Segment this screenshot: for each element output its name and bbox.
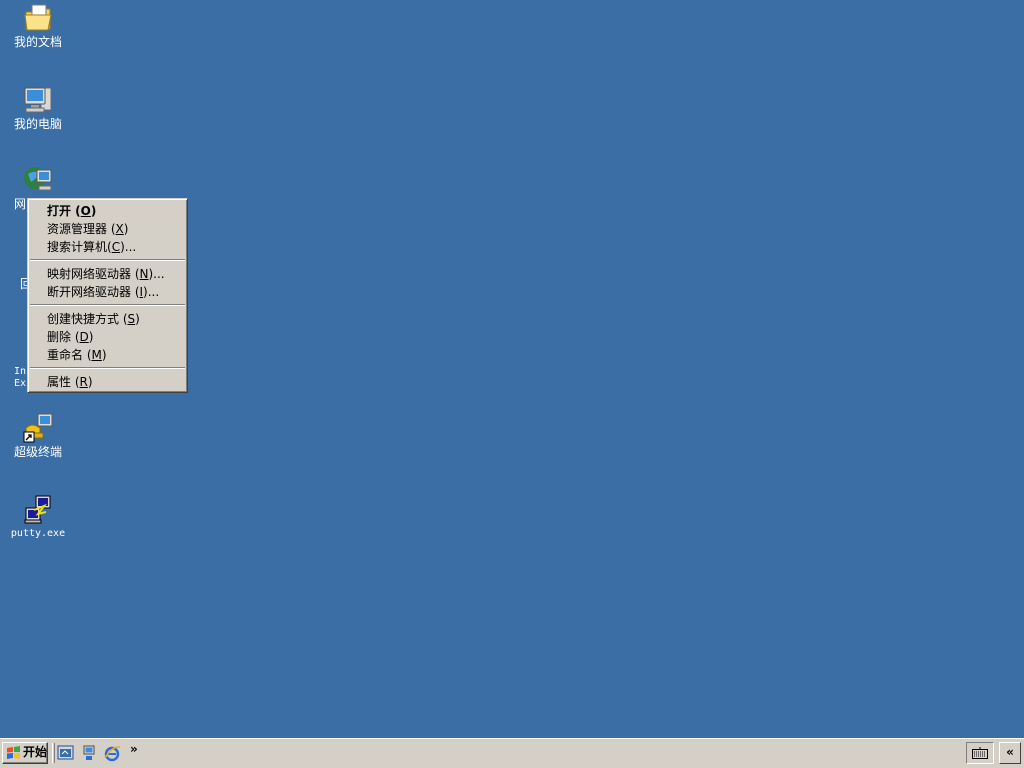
start-label: 开始: [23, 745, 48, 759]
folder-documents-icon: [24, 4, 52, 31]
desktop-icon-my-computer[interactable]: 我的电脑: [0, 84, 76, 130]
start-button[interactable]: 开始: [2, 742, 48, 764]
menu-item-delete[interactable]: 删除 (D): [28, 328, 187, 346]
network-icon[interactable]: [80, 744, 98, 762]
menu-separator: [28, 301, 187, 310]
desktop-icon-label: 我的电脑: [13, 117, 62, 131]
putty-icon: [24, 495, 51, 524]
menu-item-explore[interactable]: 资源管理器 (X): [28, 220, 187, 238]
network-places-icon: [24, 167, 52, 191]
menu-item-map-network-drive[interactable]: 映射网络驱动器 (N)...: [28, 265, 187, 283]
desktop-icon-label: 我的文档: [13, 35, 62, 49]
internet-explorer-icon[interactable]: [103, 744, 121, 762]
show-desktop-icon[interactable]: [57, 744, 75, 762]
quick-launch-grip[interactable]: [52, 743, 55, 763]
menu-item-create-shortcut[interactable]: 创建快捷方式 (S): [28, 310, 187, 328]
quick-launch-more-chevron[interactable]: »: [130, 742, 138, 756]
desktop-icon-label: 超级终端: [13, 445, 62, 459]
context-menu: 打开 (O) 资源管理器 (X) 搜索计算机(C)... 映射网络驱动器 (N)…: [27, 198, 188, 393]
desktop-icon-label: 网: [14, 197, 27, 211]
menu-item-open[interactable]: 打开 (O): [28, 202, 187, 220]
menu-item-rename[interactable]: 重命名 (M): [28, 346, 187, 364]
desktop-icon-hyperterminal[interactable]: 超级终端: [0, 412, 76, 458]
hyperterminal-shortcut-icon: [23, 413, 53, 443]
windows-logo-icon: [7, 746, 20, 759]
menu-item-search-computer[interactable]: 搜索计算机(C)...: [28, 238, 187, 256]
desktop-icon-my-documents[interactable]: 我的文档: [0, 2, 76, 48]
taskbar: 开始 » «: [0, 738, 1024, 768]
my-computer-icon: [24, 87, 52, 113]
system-tray: [966, 742, 994, 764]
desktop-icon-label: putty.exe: [10, 528, 66, 539]
menu-separator: [28, 256, 187, 265]
menu-item-properties[interactable]: 属性 (R): [28, 373, 187, 391]
menu-separator: [28, 364, 187, 373]
keyboard-icon[interactable]: [972, 747, 988, 759]
desktop-icon-putty[interactable]: putty.exe: [0, 494, 76, 540]
menu-item-disconnect-network-drive[interactable]: 断开网络驱动器 (I)...: [28, 283, 187, 301]
tray-toggle-button[interactable]: «: [999, 742, 1021, 764]
